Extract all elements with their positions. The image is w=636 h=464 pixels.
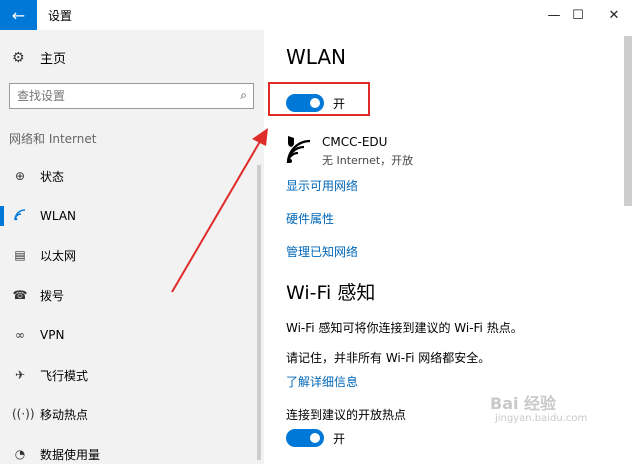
airplane-icon: ✈ [14, 368, 26, 382]
close-button[interactable]: ✕ [592, 0, 636, 30]
main-scrollbar[interactable] [624, 36, 632, 206]
network-item[interactable]: CMCC-EDU 无 Internet，开放 [286, 134, 616, 174]
show-networks-link[interactable]: 显示可用网络 [286, 177, 358, 194]
data-usage-icon: ◔ [14, 447, 26, 461]
sidebar-item-label: 飞行模式 [40, 368, 89, 383]
active-indicator [0, 206, 4, 226]
sidebar-item-airplane[interactable]: ✈ 飞行模式 [0, 361, 264, 389]
sidebar-item-label: 状态 [40, 169, 65, 184]
sidebar-item-hotspot[interactable]: ((·)) 移动热点 [0, 400, 264, 428]
sidebar-scrollbar[interactable] [257, 165, 261, 460]
toggle-knob [310, 433, 320, 443]
secured-wifi-icon [286, 136, 311, 164]
manage-known-networks-link[interactable]: 管理已知网络 [286, 243, 358, 260]
watermark-sub: jingyan.baidu.com [495, 413, 588, 424]
annotation-highlight-box [268, 82, 370, 116]
window-title: 设置 [48, 9, 73, 23]
sidebar-item-vpn[interactable]: ∞ VPN [0, 321, 264, 349]
globe-icon: ⊕ [14, 169, 26, 183]
search-input[interactable] [10, 84, 220, 108]
wifi-sense-heading: Wi-Fi 感知 [286, 282, 376, 304]
sidebar-item-data-usage[interactable]: ◔ 数据使用量 [0, 440, 264, 464]
sidebar-item-dialup[interactable]: ☎ 拨号 [0, 281, 264, 309]
sidebar-item-label: WLAN [40, 209, 77, 223]
sidebar: ⚙ 主页 ⌕ 网络和 Internet ⊕ 状态 WLAN ▤ 以太网 ☎ 拨号… [0, 30, 264, 464]
page-title: WLAN [286, 45, 347, 69]
network-status: 无 Internet，开放 [322, 154, 414, 167]
gear-icon: ⚙ [12, 49, 25, 66]
sidebar-item-status[interactable]: ⊕ 状态 [0, 162, 264, 190]
title-bar: ← 设置 — ☐ ✕ [0, 0, 636, 30]
learn-more-link[interactable]: 了解详细信息 [286, 373, 358, 390]
sidebar-item-label: 以太网 [40, 248, 77, 263]
sidebar-item-wlan[interactable]: WLAN [0, 202, 264, 230]
nav-home-label: 主页 [40, 52, 67, 67]
suggested-hotspots-label: 连接到建议的开放热点 [286, 408, 407, 422]
suggested-hotspots-toggle[interactable] [286, 429, 324, 447]
close-icon: ✕ [608, 7, 620, 23]
sidebar-item-label: 数据使用量 [40, 447, 101, 462]
wifi-icon [12, 208, 28, 224]
sidebar-item-ethernet[interactable]: ▤ 以太网 [0, 241, 264, 269]
ethernet-icon: ▤ [14, 248, 26, 262]
sidebar-item-label: VPN [40, 328, 65, 342]
wifi-sense-note: 请记住，并非所有 Wi-Fi 网络都安全。 [286, 351, 491, 365]
hardware-properties-link[interactable]: 硬件属性 [286, 210, 334, 227]
back-arrow-icon: ← [11, 5, 26, 25]
sidebar-item-label: 拨号 [40, 288, 65, 303]
search-box[interactable]: ⌕ [9, 83, 254, 109]
sidebar-item-label: 移动热点 [40, 407, 89, 422]
nav-home[interactable]: ⚙ 主页 [12, 48, 67, 68]
network-name: CMCC-EDU [322, 135, 388, 149]
suggested-toggle-label: 开 [333, 432, 346, 446]
search-icon[interactable]: ⌕ [240, 88, 247, 103]
section-label: 网络和 Internet [9, 132, 97, 146]
watermark: Bai 经验 [490, 394, 557, 413]
hotspot-icon: ((·)) [12, 407, 35, 421]
back-button[interactable]: ← [0, 0, 37, 30]
vpn-icon: ∞ [15, 328, 25, 342]
wifi-sense-description: Wi-Fi 感知可将你连接到建议的 Wi-Fi 热点。 [286, 321, 523, 335]
phone-icon: ☎ [12, 288, 28, 302]
maximize-icon: ☐ [572, 7, 584, 23]
